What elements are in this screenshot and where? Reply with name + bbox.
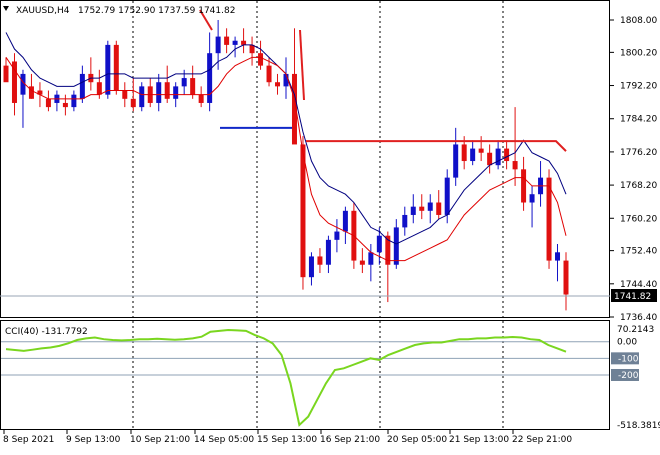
cci-axis: 70.2143 0.00 -100 -200 -518.3819: [611, 325, 660, 431]
price-tick-label: 1800.20: [620, 48, 657, 58]
time-tick-label: 22 Sep 21:00: [512, 435, 572, 445]
price-tick-label: 1776.20: [620, 148, 657, 158]
candle-body: [376, 235, 382, 253]
time-tick-label: 14 Sep 05:00: [194, 435, 254, 445]
candle-body: [555, 252, 561, 261]
cci-series-line: [5, 329, 567, 427]
candle-body: [139, 86, 145, 108]
candle-body: [334, 231, 340, 240]
candle-body: [207, 53, 213, 103]
candle-body: [342, 210, 348, 232]
candle-body: [122, 90, 128, 99]
candle-body: [402, 214, 408, 228]
price-tick-label: 1760.20: [620, 214, 657, 224]
candle-body: [198, 94, 204, 103]
candle-body: [71, 94, 77, 108]
candles: [3, 20, 569, 311]
candle-body: [3, 65, 9, 83]
time-tick-label: 21 Sep 13:00: [449, 435, 509, 445]
candle-body: [427, 202, 433, 211]
candle-body: [453, 144, 459, 178]
candle-body: [79, 73, 85, 99]
cci-tick-label: -200: [618, 371, 639, 381]
candle-body: [563, 260, 569, 295]
candle-body: [130, 98, 136, 108]
ohlc-values: 1752.79 1752.90 1737.59 1741.82: [78, 6, 235, 16]
candle-body: [62, 102, 68, 108]
candle-body: [521, 169, 527, 203]
candle-body: [487, 152, 493, 166]
candle-body: [436, 202, 442, 215]
candle-body: [181, 78, 187, 87]
candle-body: [317, 256, 323, 265]
trend-line[interactable]: [299, 29, 305, 101]
price-tick-label: 1792.20: [620, 82, 657, 92]
candle-body: [359, 260, 365, 265]
price-axis: 1808.00 1800.20 1792.20 1784.20 1776.20 1768.…: [609, 16, 657, 323]
candle-body: [478, 148, 484, 153]
candle-body: [105, 44, 111, 95]
time-tick-label: 15 Sep 13:00: [257, 435, 317, 445]
time-tick-label: 16 Sep 21:00: [320, 435, 380, 445]
price-tick-label: 1784.20: [620, 115, 657, 125]
candle-body: [113, 44, 119, 91]
candle-body: [325, 239, 331, 265]
candle-body: [393, 227, 399, 265]
current-price-label: 1741.82: [614, 292, 651, 302]
chart-canvas[interactable]: XAUUSD,H4 1752.79 1752.90 1737.59 1741.8…: [0, 0, 660, 450]
candle-body: [96, 82, 102, 95]
time-tick-label: 20 Sep 05:00: [387, 435, 447, 445]
candle-body: [368, 252, 374, 265]
price-tick-label: 1768.20: [620, 181, 657, 191]
price-tick-label: 1736.40: [620, 313, 657, 323]
candle-body: [495, 148, 501, 166]
time-tick-label: 10 Sep 21:00: [130, 435, 190, 445]
candle-body: [470, 148, 476, 162]
cci-line: [5, 329, 567, 427]
candle-body: [504, 148, 510, 162]
candle-body: [266, 65, 272, 83]
cci-levels: [1, 341, 609, 376]
chart-window: XAUUSD,H4 1752.79 1752.90 1737.59 1741.8…: [0, 0, 660, 450]
price-tick-label: 1752.40: [620, 247, 657, 257]
candle-body: [45, 98, 51, 108]
candle-body: [461, 144, 467, 162]
candle-body: [190, 78, 196, 95]
candle-body: [300, 144, 306, 278]
cci-tick-label: 70.2143: [617, 325, 654, 335]
candle-body: [241, 40, 247, 45]
candle-body: [232, 40, 238, 45]
cci-tick-label: -100: [618, 354, 639, 364]
cci-tick-label: 0.00: [617, 338, 637, 348]
time-axis: 8 Sep 2021 9 Sep 13:00 10 Sep 21:00 14 Sep …: [3, 430, 572, 445]
candle-body: [308, 256, 314, 278]
candle-body: [173, 86, 179, 99]
candle-body: [410, 206, 416, 215]
collapse-icon[interactable]: [3, 6, 9, 11]
time-tick-label: 8 Sep 2021: [3, 435, 54, 445]
price-tick-label: 1744.40: [620, 280, 657, 290]
candle-body: [258, 53, 264, 66]
candle-body: [215, 36, 221, 54]
candle-body: [156, 82, 162, 103]
cci-label: CCI(40) -131.7792: [5, 327, 88, 337]
candle-body: [419, 206, 425, 211]
candle-body: [224, 36, 230, 45]
candle-body: [512, 161, 518, 170]
time-tick-label: 9 Sep 13:00: [66, 435, 121, 445]
price-tick-label: 1808.00: [620, 16, 657, 26]
candle-body: [444, 177, 450, 215]
candle-body: [529, 194, 535, 203]
cci-tick-label: -518.3819: [617, 421, 660, 431]
level-lines[interactable]: [199, 9, 567, 152]
candle-body: [164, 82, 170, 99]
symbol-label: XAUUSD,H4: [16, 6, 70, 16]
candle-body: [275, 82, 281, 87]
